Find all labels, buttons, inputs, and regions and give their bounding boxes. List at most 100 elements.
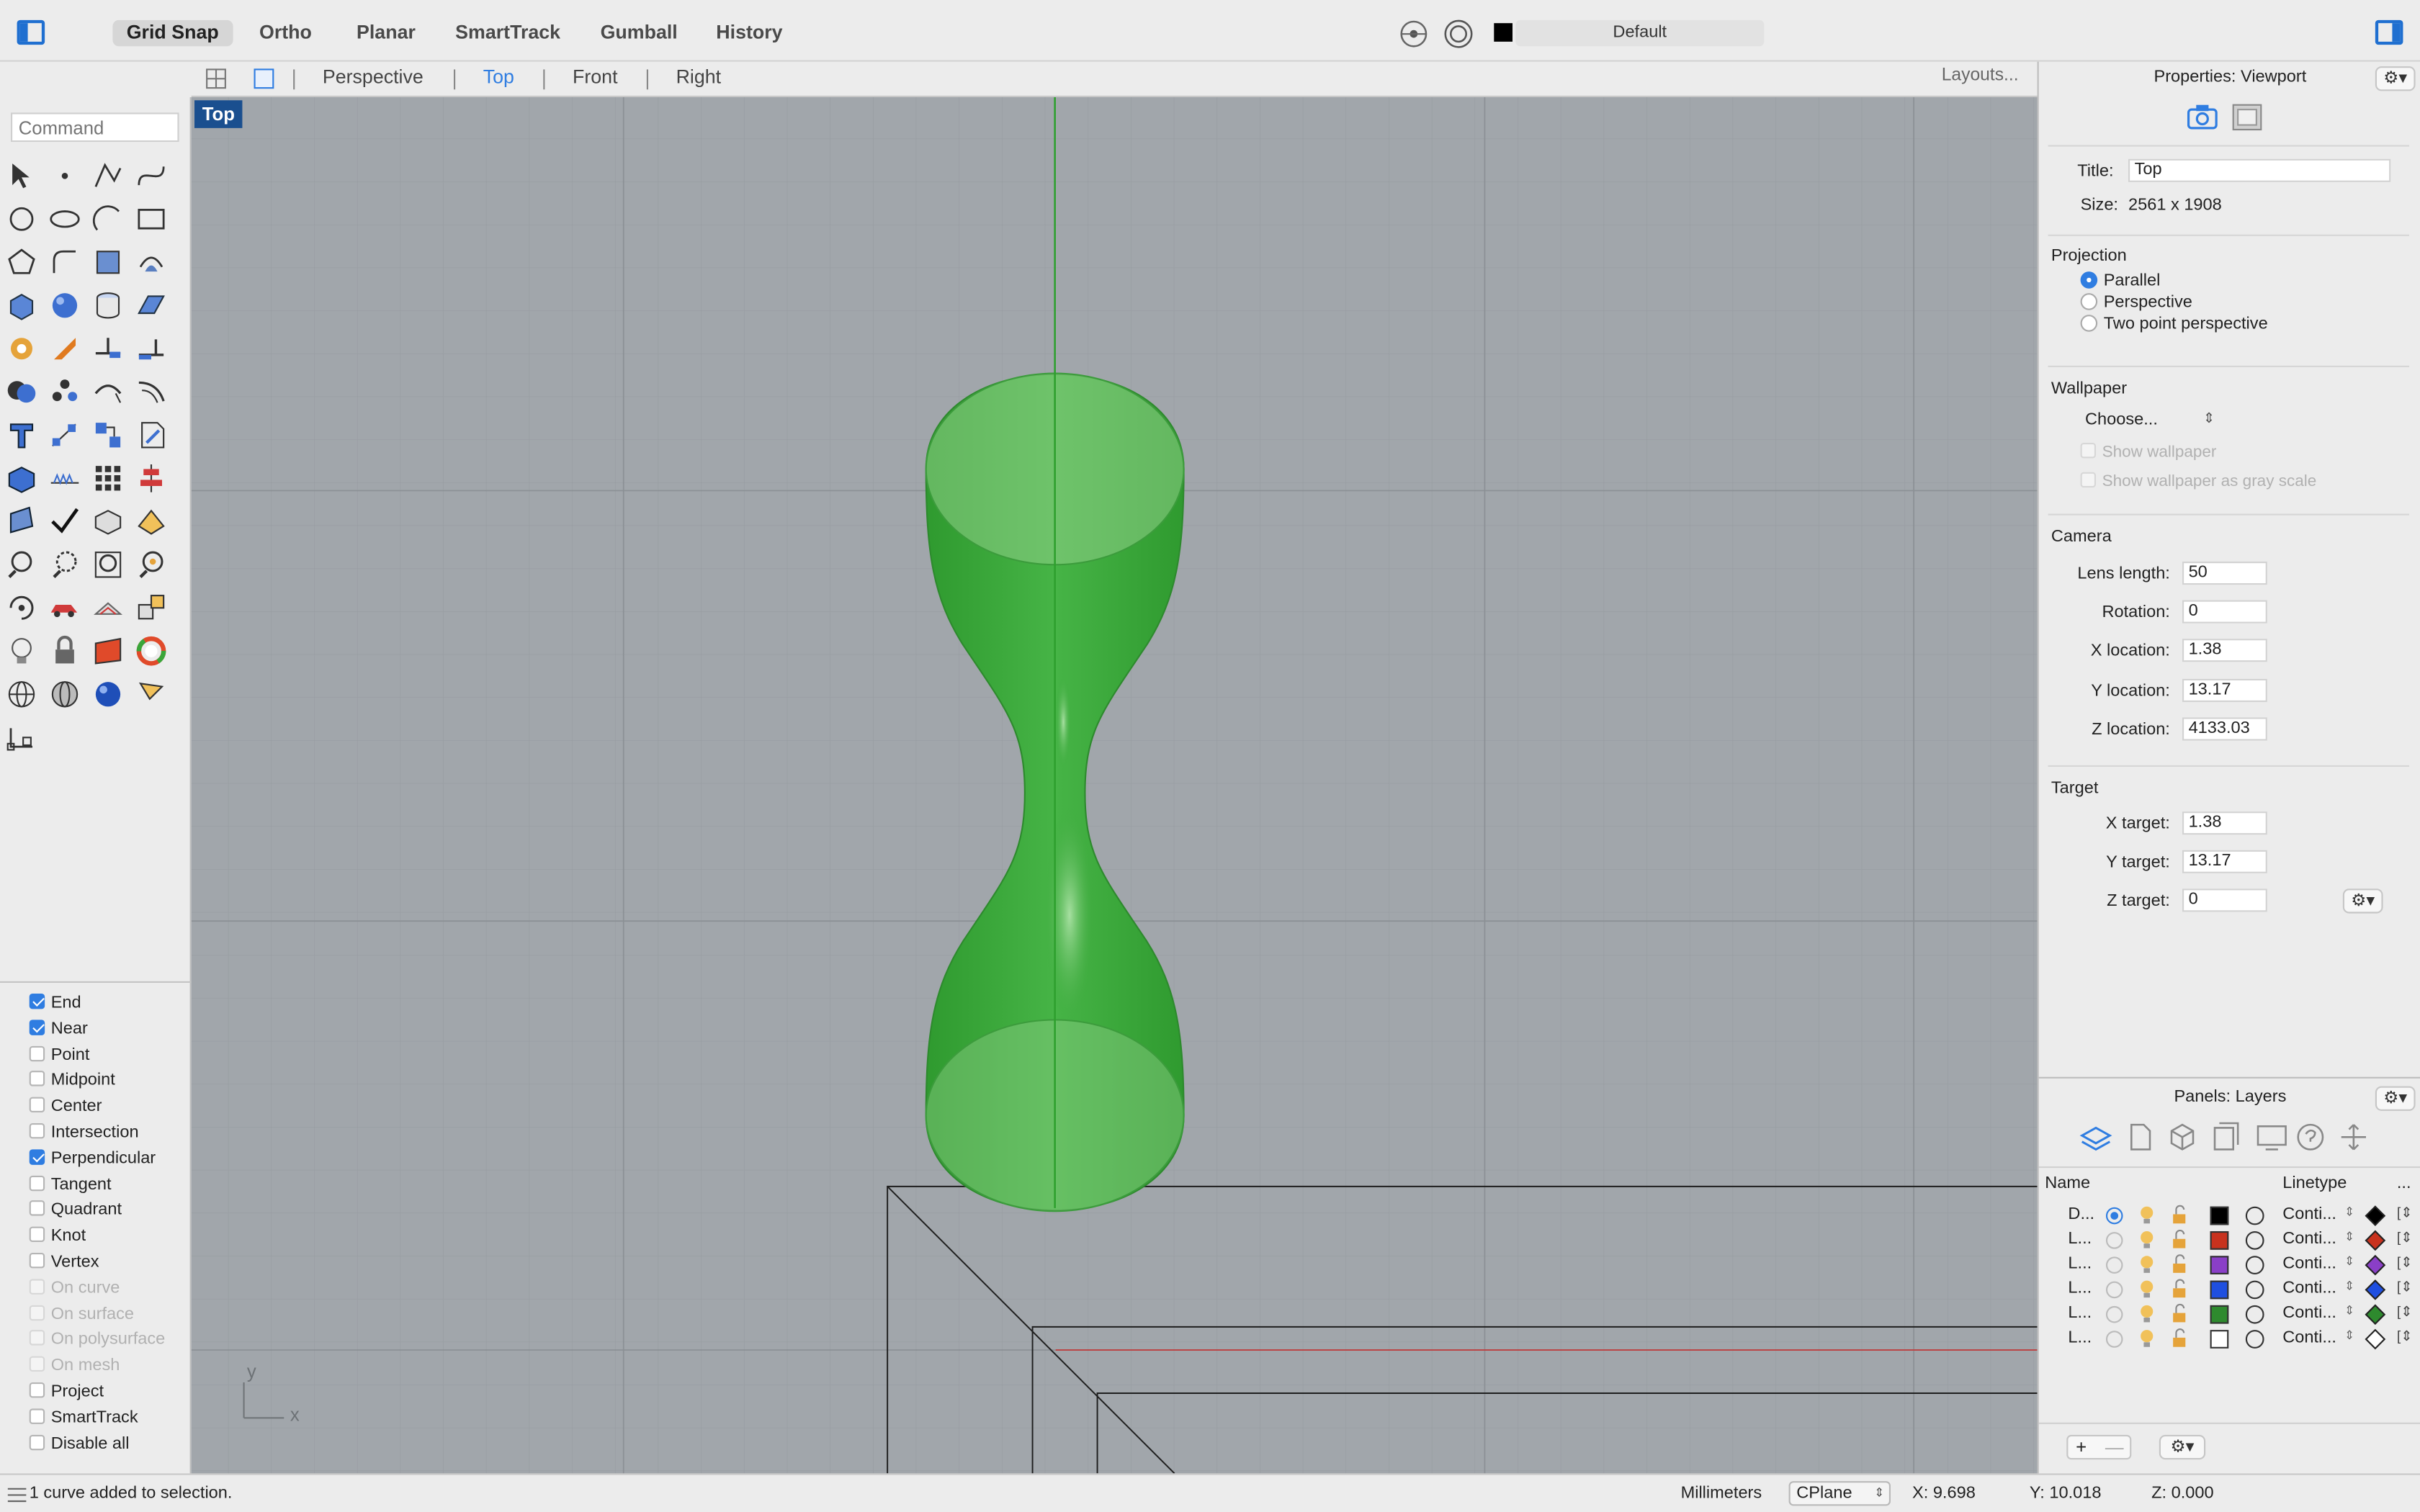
projection-two-point-radio[interactable]: Two point perspective [2080, 313, 2268, 335]
lightbulb-icon[interactable] [2138, 1205, 2156, 1227]
cplane-dropdown[interactable]: CPlane ⇕ [1788, 1481, 1891, 1506]
lock-open-icon[interactable] [2170, 1328, 2189, 1349]
cylinder-icon[interactable] [91, 289, 125, 323]
layer-row[interactable]: D... Conti... ⇕ [⇕ [2039, 1203, 2420, 1228]
material-diamond-icon[interactable] [2365, 1230, 2386, 1251]
target-y-target-field[interactable]: 13.17 [2182, 850, 2267, 874]
boolean-icon[interactable] [4, 375, 38, 409]
osnap-knot-checkbox[interactable]: Knot [29, 1225, 86, 1247]
list-icon[interactable] [7, 1488, 27, 1503]
osnap-end-checkbox[interactable]: End [29, 992, 81, 1014]
layer-row[interactable]: L... Conti... ⇕ [⇕ [2039, 1302, 2420, 1326]
title-field[interactable]: Top [2128, 158, 2391, 182]
material-diamond-icon[interactable] [2365, 1205, 2386, 1227]
dimension-icon[interactable] [48, 418, 81, 452]
layers-col-more[interactable]: ... [2397, 1174, 2411, 1193]
checkbox-box[interactable] [29, 1330, 45, 1346]
lightbulb-icon[interactable] [2138, 1254, 2156, 1276]
layers-col-name[interactable]: Name [2045, 1174, 2090, 1193]
transform-icon[interactable] [91, 246, 125, 279]
sphere-icon[interactable] [48, 289, 81, 323]
surface-icon[interactable] [134, 289, 168, 323]
layer-linetype[interactable]: Conti... [2282, 1205, 2336, 1224]
print-width-icon[interactable] [2244, 1254, 2266, 1276]
material-diamond-icon[interactable] [2365, 1279, 2386, 1300]
polyline-icon[interactable] [91, 159, 125, 193]
viewport-rect-icon[interactable] [2232, 104, 2263, 132]
tab-top[interactable]: Top [483, 66, 514, 88]
ellipse-icon[interactable] [48, 202, 81, 236]
layer-color-swatch[interactable] [2210, 1329, 2229, 1348]
lightbulb-icon[interactable] [2138, 1303, 2156, 1325]
fillet-icon[interactable] [48, 246, 81, 279]
osnap-quadrant-checkbox[interactable]: Quadrant [29, 1200, 122, 1221]
checkbox-box[interactable] [29, 1148, 45, 1165]
current-layer-radio[interactable] [2105, 1329, 2124, 1348]
osnap-filter-icon[interactable] [1398, 19, 1429, 50]
target-z-target-field[interactable]: 0 [2182, 889, 2267, 913]
camera-x-location-field[interactable]: 1.38 [2182, 639, 2267, 663]
gumball-button[interactable]: Gumball [586, 20, 691, 46]
osnap-on-surface-checkbox[interactable]: On surface [29, 1303, 134, 1325]
osnap-intersection-checkbox[interactable]: Intersection [29, 1122, 139, 1143]
target-icon[interactable] [1443, 19, 1474, 50]
checkbox-box[interactable] [29, 1045, 45, 1061]
group-icon[interactable] [48, 375, 81, 409]
wallpaper-grayscale-checkbox[interactable]: Show wallpaper as gray scale [2080, 471, 2316, 492]
target-gear-icon[interactable]: ⚙▾ [2342, 888, 2383, 914]
select-icon[interactable] [4, 159, 38, 193]
command-input[interactable] [11, 112, 179, 143]
checkbox-box[interactable] [29, 1174, 45, 1191]
single-viewport-icon[interactable] [253, 68, 274, 89]
lightbulb-icon[interactable] [2138, 1279, 2156, 1300]
camera-icon[interactable] [2187, 104, 2218, 132]
planar-button[interactable]: Planar [343, 20, 429, 46]
osnap-project-checkbox[interactable]: Project [29, 1381, 104, 1403]
rendered-icon[interactable] [91, 678, 125, 711]
layer-row[interactable]: L... Conti... ⇕ [⇕ [2039, 1228, 2420, 1252]
checkbox-box[interactable] [29, 994, 45, 1009]
curve-tools-icon[interactable] [134, 375, 168, 409]
layer-row[interactable]: L... Conti... ⇕ [⇕ [2039, 1326, 2420, 1351]
history-button[interactable]: History [702, 20, 797, 46]
snapshot-icon[interactable] [134, 591, 168, 625]
section-style-icon[interactable]: [⇕ [2397, 1279, 2413, 1296]
pen-icon[interactable] [4, 505, 38, 539]
osnap-vertex-checkbox[interactable]: Vertex [29, 1251, 99, 1273]
layer-color-swatch[interactable] [2210, 1206, 2229, 1225]
top-viewport[interactable]: y x Top [191, 97, 2038, 1474]
cplane-icon[interactable] [4, 724, 38, 757]
camera-lens-length-field[interactable]: 50 [2182, 562, 2267, 585]
print-width-icon[interactable] [2244, 1205, 2266, 1227]
extrude-icon[interactable] [48, 332, 81, 366]
layer-color-swatch[interactable] [2210, 1230, 2229, 1250]
checkbox-box[interactable] [29, 1304, 45, 1320]
units-display[interactable]: Millimeters [1681, 1484, 1762, 1503]
section-style-icon[interactable]: [⇕ [2397, 1328, 2413, 1345]
annotate-icon[interactable] [134, 418, 168, 452]
checkbox-box[interactable] [29, 1356, 45, 1372]
curve-icon[interactable] [134, 159, 168, 193]
current-layer-swatch[interactable] [1494, 23, 1512, 42]
osnap-perpendicular-checkbox[interactable]: Perpendicular [29, 1148, 156, 1169]
print-width-icon[interactable] [2244, 1279, 2266, 1300]
show-wallpaper-checkbox[interactable]: Show wallpaper [2080, 441, 2216, 463]
layers-col-linetype[interactable]: Linetype [2282, 1174, 2347, 1193]
material-diamond-icon[interactable] [2365, 1328, 2386, 1349]
gear-solid-icon[interactable] [4, 332, 38, 366]
camera-y-location-field[interactable]: 13.17 [2182, 678, 2267, 702]
lock-open-icon[interactable] [2170, 1229, 2189, 1251]
car-icon[interactable] [48, 591, 81, 625]
wallpaper-choose-dropdown[interactable]: Choose... ⇕ [2085, 410, 2215, 429]
osnap-on-curve-checkbox[interactable]: On curve [29, 1277, 120, 1299]
lightbulb-icon[interactable] [2138, 1230, 2156, 1251]
shaded-icon[interactable] [48, 678, 81, 711]
layer-color-swatch[interactable] [2210, 1304, 2229, 1323]
layer-color-swatch[interactable] [2210, 1255, 2229, 1274]
section-style-icon[interactable]: [⇕ [2397, 1303, 2413, 1320]
box-icon[interactable] [4, 289, 38, 323]
print-width-icon[interactable] [2244, 1230, 2266, 1251]
osnap-near-checkbox[interactable]: Near [29, 1018, 88, 1040]
point-icon[interactable] [48, 159, 81, 193]
osnap-tangent-checkbox[interactable]: Tangent [29, 1174, 112, 1195]
